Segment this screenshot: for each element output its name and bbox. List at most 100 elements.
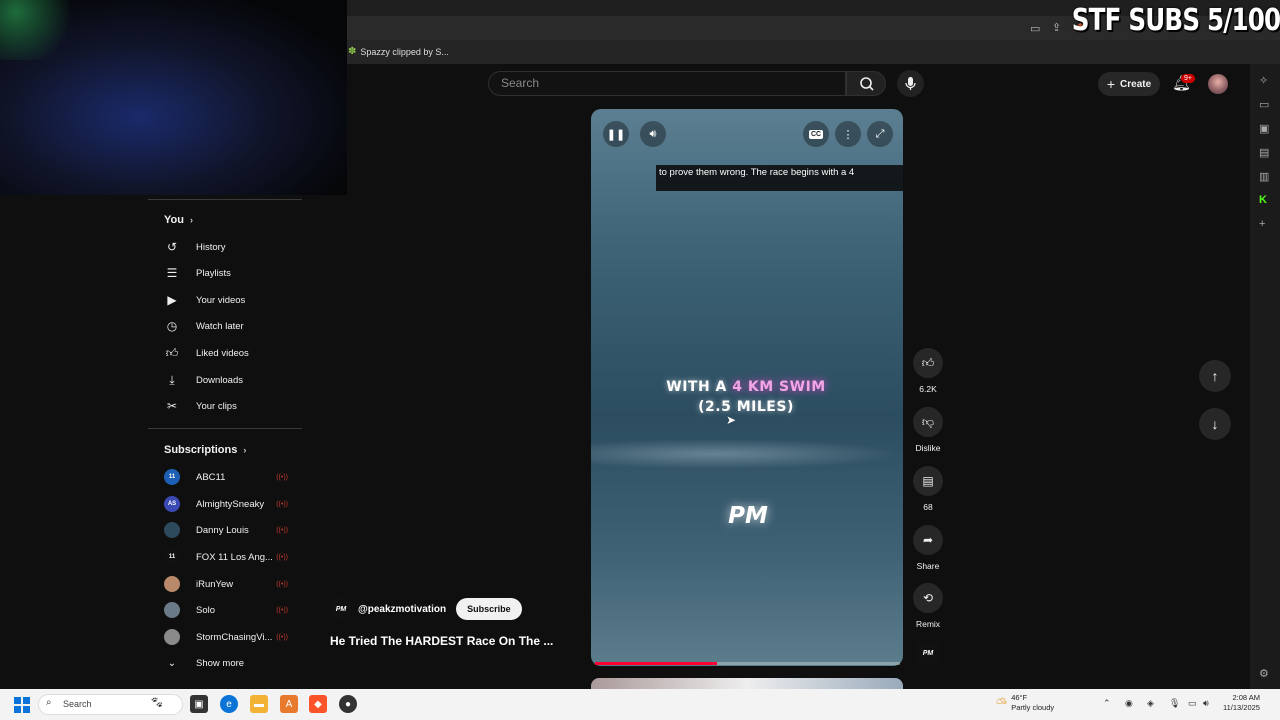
bookmark-item[interactable]: ✽ Spazzy clipped by S...	[348, 46, 449, 57]
overlay-line1-prefix: WITH A	[666, 379, 733, 395]
more-vertical-icon: ⋮	[842, 128, 854, 141]
you-section-header[interactable]: You ›	[164, 214, 193, 226]
subscription-item[interactable]: Danny Louis ((•))	[164, 519, 288, 541]
fullscreen-button[interactable]: ⤢	[867, 121, 893, 147]
channel-handle[interactable]: @peakzmotivation	[358, 604, 446, 615]
file-explorer-icon[interactable]: ▬	[250, 695, 268, 713]
comments-button[interactable]: ▤ 68	[912, 466, 944, 512]
playlists-icon: ☰	[166, 266, 178, 280]
app-launcher-icon[interactable]: A	[280, 695, 298, 713]
cast-icon[interactable]: ▭	[1030, 22, 1040, 35]
fullscreen-icon: ⤢	[875, 127, 885, 140]
remix-label: Remix	[915, 619, 941, 629]
search-highlight-icon: 🐾︎	[150, 697, 164, 709]
subscription-item[interactable]: 11 ABC11 ((•))	[164, 466, 288, 488]
sidebar-item-label: Your clips	[196, 400, 237, 412]
monitor-icon[interactable]: ▭	[1188, 698, 1197, 709]
clock-time: 2:08 AM	[1232, 693, 1260, 702]
subscriptions-section-header[interactable]: Subscriptions ›	[164, 444, 246, 456]
task-view-icon[interactable]: ▣	[190, 695, 208, 713]
subscription-item[interactable]: iRunYew ((•))	[164, 573, 288, 595]
kick-icon[interactable]: K	[1259, 194, 1267, 206]
subscription-item[interactable]: 11 FOX 11 Los Ang... ((•))	[164, 546, 288, 568]
next-short-button[interactable]: ↓	[1199, 408, 1231, 440]
live-indicator-icon: ((•))	[276, 580, 288, 588]
add-panel-icon[interactable]: +	[1259, 218, 1265, 230]
overlay-line1-highlight: 4 KM SWIM	[732, 379, 826, 395]
video-icon[interactable]: ▭	[1259, 98, 1269, 111]
edge-browser-icon[interactable]: e	[220, 695, 238, 713]
clock-date: 11/13/2025	[1223, 703, 1260, 712]
share-label: Share	[916, 561, 940, 571]
channel-avatar[interactable]: PM	[330, 598, 352, 620]
channel-avatar	[164, 602, 180, 618]
channel-avatar: 11	[164, 549, 180, 565]
bookmark-label: Spazzy clipped by S...	[360, 46, 449, 57]
account-avatar[interactable]	[1208, 74, 1228, 94]
sidebar-item-downloads[interactable]: ⤓ Downloads	[164, 369, 294, 391]
sidebar-item-label: Watch later	[196, 320, 244, 332]
create-label: Create	[1120, 78, 1152, 90]
previous-short-button[interactable]: ↑	[1199, 360, 1231, 392]
subscription-item[interactable]: AS AlmightySneaky ((•))	[164, 493, 288, 515]
voice-search-button[interactable]	[897, 70, 924, 97]
sidebar-item-your-videos[interactable]: ▶ Your videos	[164, 289, 294, 311]
subscription-item[interactable]: StormChasingVi... ((•))	[164, 626, 288, 648]
show-more-button[interactable]: ⌄ Show more	[164, 652, 294, 674]
comment-icon: ▤	[913, 466, 943, 496]
audio-source-thumbnail[interactable]: PM	[917, 642, 939, 664]
subscriptions-section-title: Subscriptions	[164, 444, 238, 456]
windows-start-icon[interactable]	[14, 697, 30, 713]
settings-gear-icon[interactable]: ⚙	[1259, 667, 1269, 680]
sidebar-item-label: Your videos	[196, 294, 246, 306]
bookmarks-icon[interactable]: ▤	[1259, 146, 1269, 159]
reading-list-icon[interactable]: ▥	[1259, 170, 1269, 183]
sidebar-item-playlists[interactable]: ☰ Playlists	[164, 262, 294, 284]
tray-app-icon[interactable]: ◉	[1125, 698, 1133, 709]
subscription-item[interactable]: Solo ((•))	[164, 599, 288, 621]
video-watermark: PM	[728, 503, 768, 529]
chevron-up-icon[interactable]: ⌃	[1103, 698, 1111, 709]
sidebar-item-liked-videos[interactable]: 👍︎ Liked videos	[164, 342, 294, 364]
weather-widget[interactable]: ⛅︎ 46°F Partly cloudy	[996, 693, 1054, 713]
tray-app-icon[interactable]: ◈	[1147, 698, 1154, 709]
sidebar-item-watch-later[interactable]: ◷ Watch later	[164, 315, 294, 337]
dislike-label: Dislike	[915, 443, 941, 453]
subscription-name: iRunYew	[196, 578, 234, 590]
more-options-button[interactable]: ⋮	[835, 121, 861, 147]
captions-button[interactable]: CC	[803, 121, 829, 147]
live-indicator-icon: ((•))	[276, 606, 288, 614]
channel-avatar	[164, 522, 180, 538]
share-button[interactable]: ➦ Share	[912, 525, 944, 571]
remix-button[interactable]: ⟲ Remix	[912, 583, 944, 629]
microphone-icon[interactable]: 🎙︎	[1169, 698, 1180, 709]
scissors-icon: ✂	[166, 399, 178, 413]
search-input[interactable]: Search	[488, 71, 846, 96]
like-button[interactable]: 👍︎ 6.2K	[912, 348, 944, 394]
channel-avatar	[164, 576, 180, 592]
obs-studio-icon[interactable]: ●	[339, 695, 357, 713]
subscribe-button[interactable]: Subscribe	[456, 598, 522, 620]
sidebar-item-label: History	[196, 241, 226, 253]
wallet-icon[interactable]: ▣	[1259, 122, 1269, 135]
pause-button[interactable]: ❚❚	[603, 121, 629, 147]
sidebar-item-history[interactable]: ↺ History	[164, 236, 294, 258]
short-title[interactable]: He Tried The HARDEST Race On The ...	[330, 634, 553, 648]
weather-desc: Partly cloudy	[1011, 703, 1055, 712]
sidebar-item-your-clips[interactable]: ✂ Your clips	[164, 395, 294, 417]
thumbs-down-icon: 👎︎	[913, 407, 943, 437]
create-button[interactable]: + Create	[1098, 72, 1160, 96]
chevron-right-icon: ›	[189, 215, 193, 225]
taskbar-clock[interactable]: 2:08 AM 11/13/2025	[1223, 693, 1260, 713]
dislike-button[interactable]: 👎︎ Dislike	[912, 407, 944, 453]
volume-icon[interactable]: 🔊︎	[1203, 698, 1209, 709]
microphone-icon	[905, 77, 916, 90]
guide-divider	[148, 199, 302, 200]
share-icon[interactable]: ⇪	[1052, 21, 1061, 34]
search-button[interactable]	[846, 71, 886, 96]
search-icon	[860, 77, 874, 91]
volume-button[interactable]: 🔊︎	[640, 121, 666, 147]
volume-icon: 🔊︎	[649, 127, 657, 140]
leo-ai-icon[interactable]: ✧	[1259, 74, 1268, 87]
brave-browser-icon[interactable]: ◆	[309, 695, 327, 713]
